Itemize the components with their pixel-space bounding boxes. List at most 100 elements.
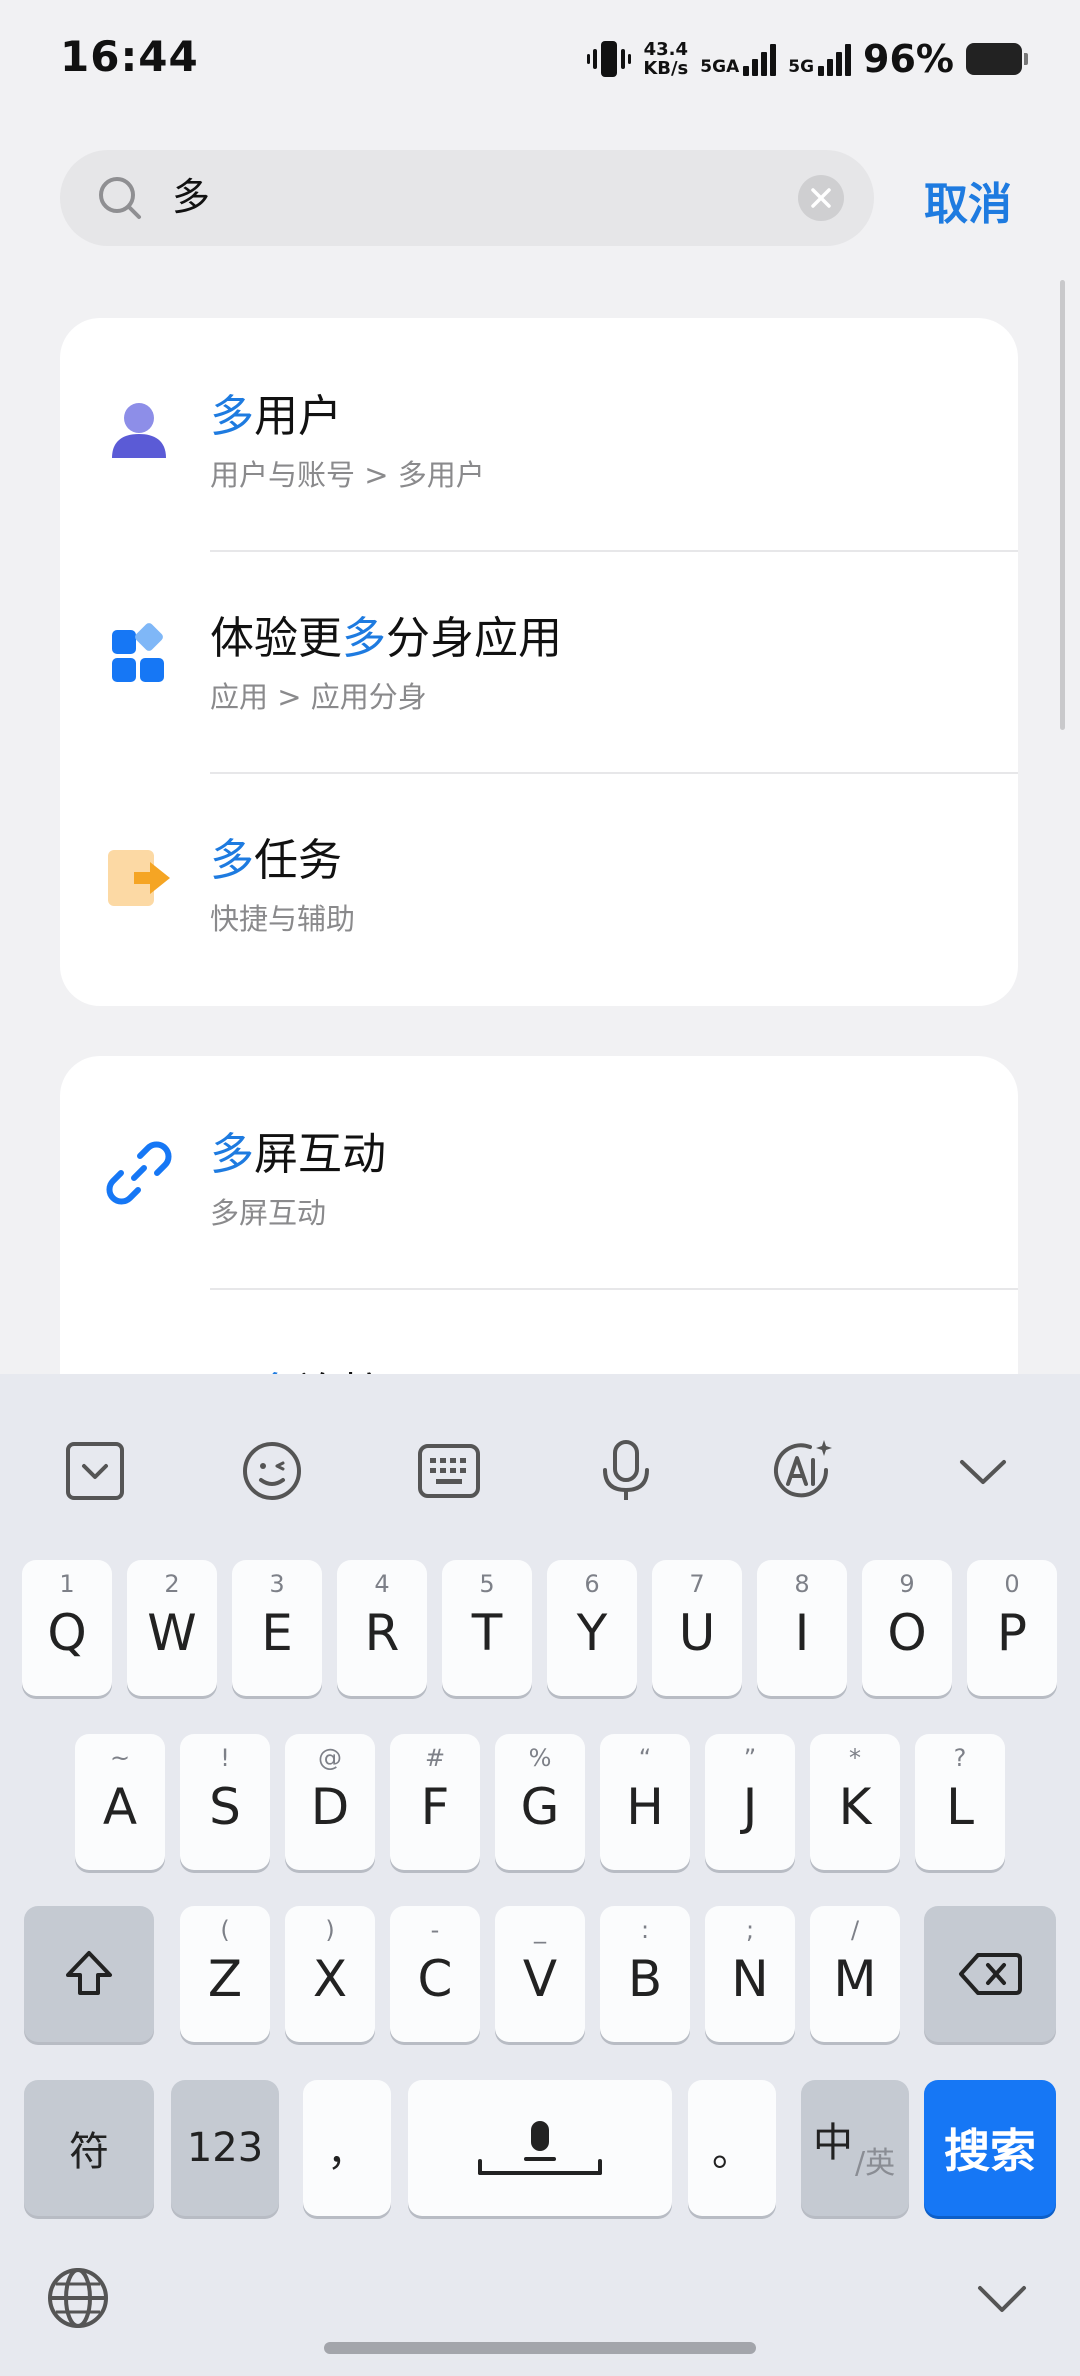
result-item[interactable]: 多屏互动 多屏互动	[60, 1056, 1018, 1278]
key-secondary-label: 0	[1004, 1570, 1020, 1598]
result-item[interactable]: 更多连接	[60, 1278, 1018, 1376]
search-key[interactable]: 搜索	[924, 2080, 1056, 2216]
status-time: 16:44	[60, 32, 199, 81]
search-input[interactable]: 多	[60, 150, 874, 246]
ai-icon[interactable]	[768, 1436, 838, 1506]
key-label: M	[833, 1950, 877, 2008]
key-j[interactable]: ” J	[705, 1734, 795, 1870]
key-secondary-label: (	[220, 1916, 230, 1944]
key-l[interactable]: ? L	[915, 1734, 1005, 1870]
period-key[interactable]: 。	[688, 2080, 776, 2216]
key-h[interactable]: “H	[600, 1734, 690, 1870]
key-label: R	[364, 1604, 400, 1662]
key-secondary-label: )	[325, 1916, 335, 1944]
key-secondary-label: 4	[374, 1570, 390, 1598]
status-icons: 43.4 KB/s 5GA 5G 96%	[587, 34, 1028, 84]
key-secondary-label: ~	[109, 1744, 131, 1772]
key-q[interactable]: 1Q	[22, 1560, 112, 1696]
key-secondary-label: #	[424, 1744, 446, 1772]
key-label: A	[102, 1778, 138, 1836]
scrollbar[interactable]	[1060, 280, 1065, 730]
search-query[interactable]: 多	[172, 172, 210, 222]
key-e[interactable]: 3E	[232, 1560, 322, 1696]
status-bar: 16:44 43.4 KB/s 5GA 5G 96%	[0, 0, 1080, 120]
key-label: S	[209, 1778, 241, 1836]
cancel-button[interactable]: 取消	[924, 168, 1012, 232]
key-secondary-label: /	[850, 1916, 860, 1944]
comma-key[interactable]: ，	[303, 2080, 391, 2216]
key-secondary-label: !	[220, 1744, 230, 1772]
user-icon	[112, 403, 166, 458]
chevron-down-icon[interactable]	[948, 1436, 1018, 1506]
key-label: D	[310, 1778, 350, 1836]
language-switch-key[interactable]: 中 /英	[801, 2080, 909, 2216]
key-g[interactable]: % G	[495, 1734, 585, 1870]
key-label: B	[627, 1950, 663, 2008]
key-secondary-label: 5	[479, 1570, 495, 1598]
key-s[interactable]: ! S	[180, 1734, 270, 1870]
shift-key[interactable]	[24, 1906, 154, 2042]
results-card: 多屏互动 多屏互动 更多连接	[60, 1056, 1018, 1376]
key-u[interactable]: 7U	[652, 1560, 742, 1696]
key-label: T	[471, 1604, 503, 1662]
key-m[interactable]: / M	[810, 1906, 900, 2042]
key-secondary-label: ;	[745, 1916, 755, 1944]
key-secondary-label: “	[638, 1744, 652, 1772]
key-w[interactable]: 2W	[127, 1560, 217, 1696]
chevron-down-icon[interactable]	[974, 2276, 1030, 2322]
number-key[interactable]: 123	[171, 2080, 279, 2216]
key-n[interactable]: ; N	[705, 1906, 795, 2042]
home-indicator[interactable]	[324, 2342, 756, 2354]
key-a[interactable]: ~ A	[75, 1734, 165, 1870]
key-b[interactable]: :B	[600, 1906, 690, 2042]
key-p[interactable]: 0P	[967, 1560, 1057, 1696]
emoji-icon[interactable]	[237, 1436, 307, 1506]
app-grid-icon	[112, 623, 164, 682]
keyboard: 1Q2W3E4R5T6Y7U8I9O0P ~ A! S @ D # F% G “H” J * K? L …	[0, 1374, 1080, 2376]
collapse-keyboard-icon[interactable]	[60, 1436, 130, 1506]
key-f[interactable]: # F	[390, 1734, 480, 1870]
result-item[interactable]: 多用户 用户与账号 > 多用户	[60, 318, 1018, 540]
key-label: X	[312, 1950, 348, 2008]
signal-sim2: 5G	[788, 42, 852, 76]
key-i[interactable]: 8I	[757, 1560, 847, 1696]
key-d[interactable]: @ D	[285, 1734, 375, 1870]
key-secondary-label: 1	[59, 1570, 75, 1598]
signal-sim1: 5GA	[700, 42, 777, 76]
key-x[interactable]: ) X	[285, 1906, 375, 2042]
backspace-key[interactable]	[924, 1906, 1056, 2042]
globe-icon[interactable]	[46, 2266, 110, 2330]
key-label: C	[417, 1950, 453, 2008]
key-r[interactable]: 4R	[337, 1560, 427, 1696]
key-label: H	[626, 1778, 664, 1836]
result-item[interactable]: 多任务 快捷与辅助	[60, 762, 1018, 984]
key-k[interactable]: * K	[810, 1734, 900, 1870]
key-label: Q	[47, 1604, 87, 1662]
key-c[interactable]: -C	[390, 1906, 480, 2042]
space-key[interactable]	[408, 2080, 672, 2216]
key-v[interactable]: _ V	[495, 1906, 585, 2042]
network-speed: 43.4 KB/s	[643, 39, 689, 79]
keyboard-layout-icon[interactable]	[414, 1436, 484, 1506]
key-o[interactable]: 9O	[862, 1560, 952, 1696]
result-title: 多用户	[210, 391, 342, 442]
key-secondary-label: -	[430, 1916, 440, 1944]
key-label: P	[996, 1604, 1028, 1662]
result-item[interactable]: 体验更多分身应用 应用 > 应用分身	[60, 540, 1018, 762]
clear-button[interactable]	[798, 175, 844, 221]
key-label: F	[420, 1778, 450, 1836]
symbol-key[interactable]: 符	[24, 2080, 154, 2216]
key-y[interactable]: 6Y	[547, 1560, 637, 1696]
key-t[interactable]: 5T	[442, 1560, 532, 1696]
link-icon	[106, 1141, 172, 1205]
key-secondary-label: _	[534, 1916, 546, 1944]
key-secondary-label: :	[640, 1916, 650, 1944]
key-z[interactable]: (Z	[180, 1906, 270, 2042]
key-secondary-label: %	[528, 1744, 552, 1772]
key-label: J	[742, 1778, 758, 1836]
shift-icon	[66, 1951, 112, 1995]
key-label: N	[731, 1950, 769, 2008]
backspace-icon	[959, 1953, 1022, 1995]
key-secondary-label: 9	[899, 1570, 915, 1598]
microphone-icon[interactable]	[591, 1436, 661, 1506]
